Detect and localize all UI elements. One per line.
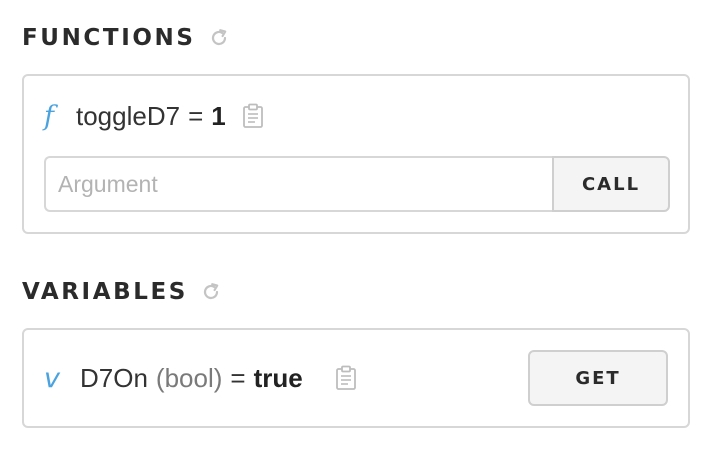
variable-value: true (253, 362, 303, 393)
argument-row: CALL (44, 156, 670, 212)
clipboard-icon[interactable] (242, 103, 264, 129)
function-row: f toggleD7 = 1 (44, 98, 264, 134)
function-result: 1 (211, 100, 226, 131)
variables-title: VARIABLES (22, 279, 188, 305)
functions-header: FUNCTIONS (22, 23, 230, 53)
functions-panel: f toggleD7 = 1 CALL (22, 74, 690, 234)
clipboard-icon[interactable] (335, 365, 357, 391)
variables-panel: v D7On (bool) = true GET (22, 328, 690, 428)
call-button[interactable]: CALL (552, 156, 670, 212)
function-name: toggleD7 (76, 100, 181, 131)
function-type-glyph: f (44, 100, 54, 132)
get-button[interactable]: GET (528, 350, 668, 406)
variable-type-glyph: v (44, 362, 60, 394)
refresh-variables-icon[interactable] (200, 281, 222, 303)
variable-equals: = (230, 362, 246, 393)
refresh-functions-icon[interactable] (208, 27, 230, 49)
function-equals: = (188, 100, 204, 131)
functions-title: FUNCTIONS (22, 25, 196, 51)
argument-input[interactable] (44, 156, 552, 212)
variable-type: (bool) (155, 362, 223, 393)
variable-row: v D7On (bool) = true (44, 360, 357, 396)
variables-header: VARIABLES (22, 277, 222, 307)
variable-name: D7On (80, 362, 148, 393)
